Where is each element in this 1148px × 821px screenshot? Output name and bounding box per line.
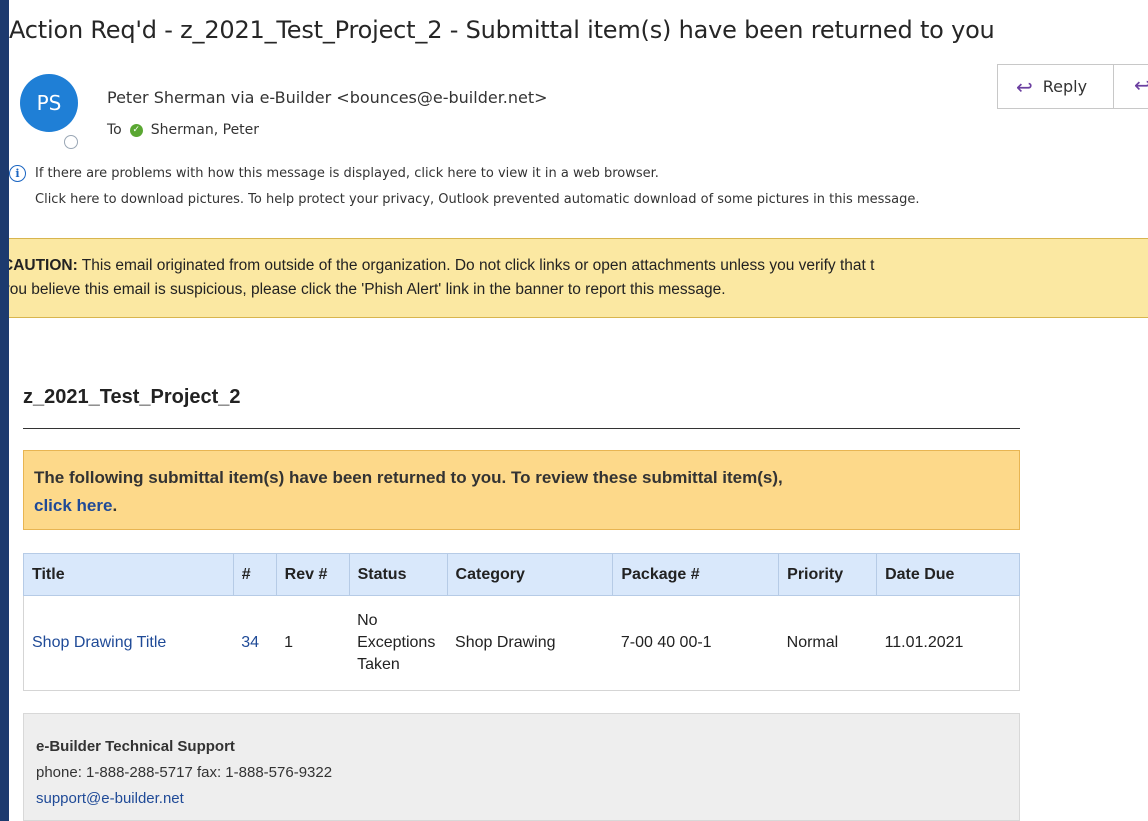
status-line-3: Taken <box>357 656 400 673</box>
caution-line-2: you believe this email is suspicious, pl… <box>9 281 726 298</box>
caution-line-1: CAUTION: This email originated from outs… <box>9 254 1148 278</box>
caution-banner: CAUTION: This email originated from outs… <box>9 238 1148 318</box>
status-line-2: Exceptions <box>357 634 436 651</box>
column-header-title: Title <box>23 553 234 596</box>
support-email-link[interactable]: support@e-builder.net <box>36 786 1019 812</box>
submittal-number-link[interactable]: 34 <box>233 595 277 691</box>
presence-status-icon <box>64 135 78 149</box>
available-check-icon: ✓ <box>129 123 143 137</box>
notice-text: The following submittal item(s) have bee… <box>34 468 783 487</box>
column-header-number: # <box>232 553 277 596</box>
status-line-1: No <box>357 612 378 629</box>
reply-all-button[interactable]: ↩ <box>1113 64 1148 109</box>
column-header-date-due: Date Due <box>876 553 1020 596</box>
priority-cell: Normal <box>778 595 877 691</box>
title-divider <box>23 428 1020 429</box>
submittal-title-link[interactable]: Shop Drawing Title <box>23 595 234 691</box>
email-subject: Action Req'd - z_2021_Test_Project_2 - S… <box>9 16 995 44</box>
caution-label: CAUTION: <box>9 257 78 274</box>
package-cell: 7-00 40 00-1 <box>612 595 779 691</box>
project-title: z_2021_Test_Project_2 <box>23 386 241 408</box>
sender-name[interactable]: Peter Sherman via e-Builder <bounces@e-b… <box>107 88 548 107</box>
email-reading-pane: Action Req'd - z_2021_Test_Project_2 - S… <box>9 0 1148 821</box>
click-here-link[interactable]: click here <box>34 496 112 515</box>
recipient-line: To ✓ Sherman, Peter <box>107 122 259 138</box>
category-cell: Shop Drawing <box>447 595 613 691</box>
table-header-row: Title # Rev # Status Category Package # … <box>23 553 1020 596</box>
view-in-browser-notice[interactable]: If there are problems with how this mess… <box>35 166 659 181</box>
caution-text: This email originated from outside of th… <box>77 257 875 274</box>
column-header-status: Status <box>348 553 448 596</box>
rev-cell: 1 <box>276 595 350 691</box>
avatar-initials: PS <box>36 91 62 115</box>
sender-avatar[interactable]: PS <box>20 74 78 132</box>
reply-all-arrow-icon: ↩ <box>1134 73 1148 97</box>
column-header-priority: Priority <box>778 553 878 596</box>
notice-period: . <box>112 496 118 515</box>
to-label: To <box>107 122 122 138</box>
status-cell: No Exceptions Taken <box>349 595 448 691</box>
info-icon: i <box>9 165 26 182</box>
download-pictures-notice[interactable]: Click here to download pictures. To help… <box>35 192 920 207</box>
column-header-package: Package # <box>612 553 780 596</box>
returned-notice: The following submittal item(s) have bee… <box>23 450 1020 530</box>
reply-arrow-icon: ↩ <box>1016 74 1033 99</box>
reply-label: Reply <box>1042 77 1088 96</box>
submittal-table: Title # Rev # Status Category Package # … <box>23 553 1020 691</box>
date-due-cell: 11.01.2021 <box>876 595 1020 691</box>
column-header-category: Category <box>446 553 614 596</box>
table-row: Shop Drawing Title 34 1 No Exceptions Ta… <box>23 595 1020 691</box>
recipient-name[interactable]: Sherman, Peter <box>151 122 259 138</box>
support-name: e-Builder Technical Support <box>36 738 235 755</box>
support-footer: e-Builder Technical Support phone: 1-888… <box>23 713 1020 821</box>
column-header-rev: Rev # <box>275 553 350 596</box>
reply-button[interactable]: ↩ Reply <box>997 64 1114 109</box>
support-phone-fax: phone: 1-888-288-5717 fax: 1-888-576-932… <box>36 764 333 781</box>
